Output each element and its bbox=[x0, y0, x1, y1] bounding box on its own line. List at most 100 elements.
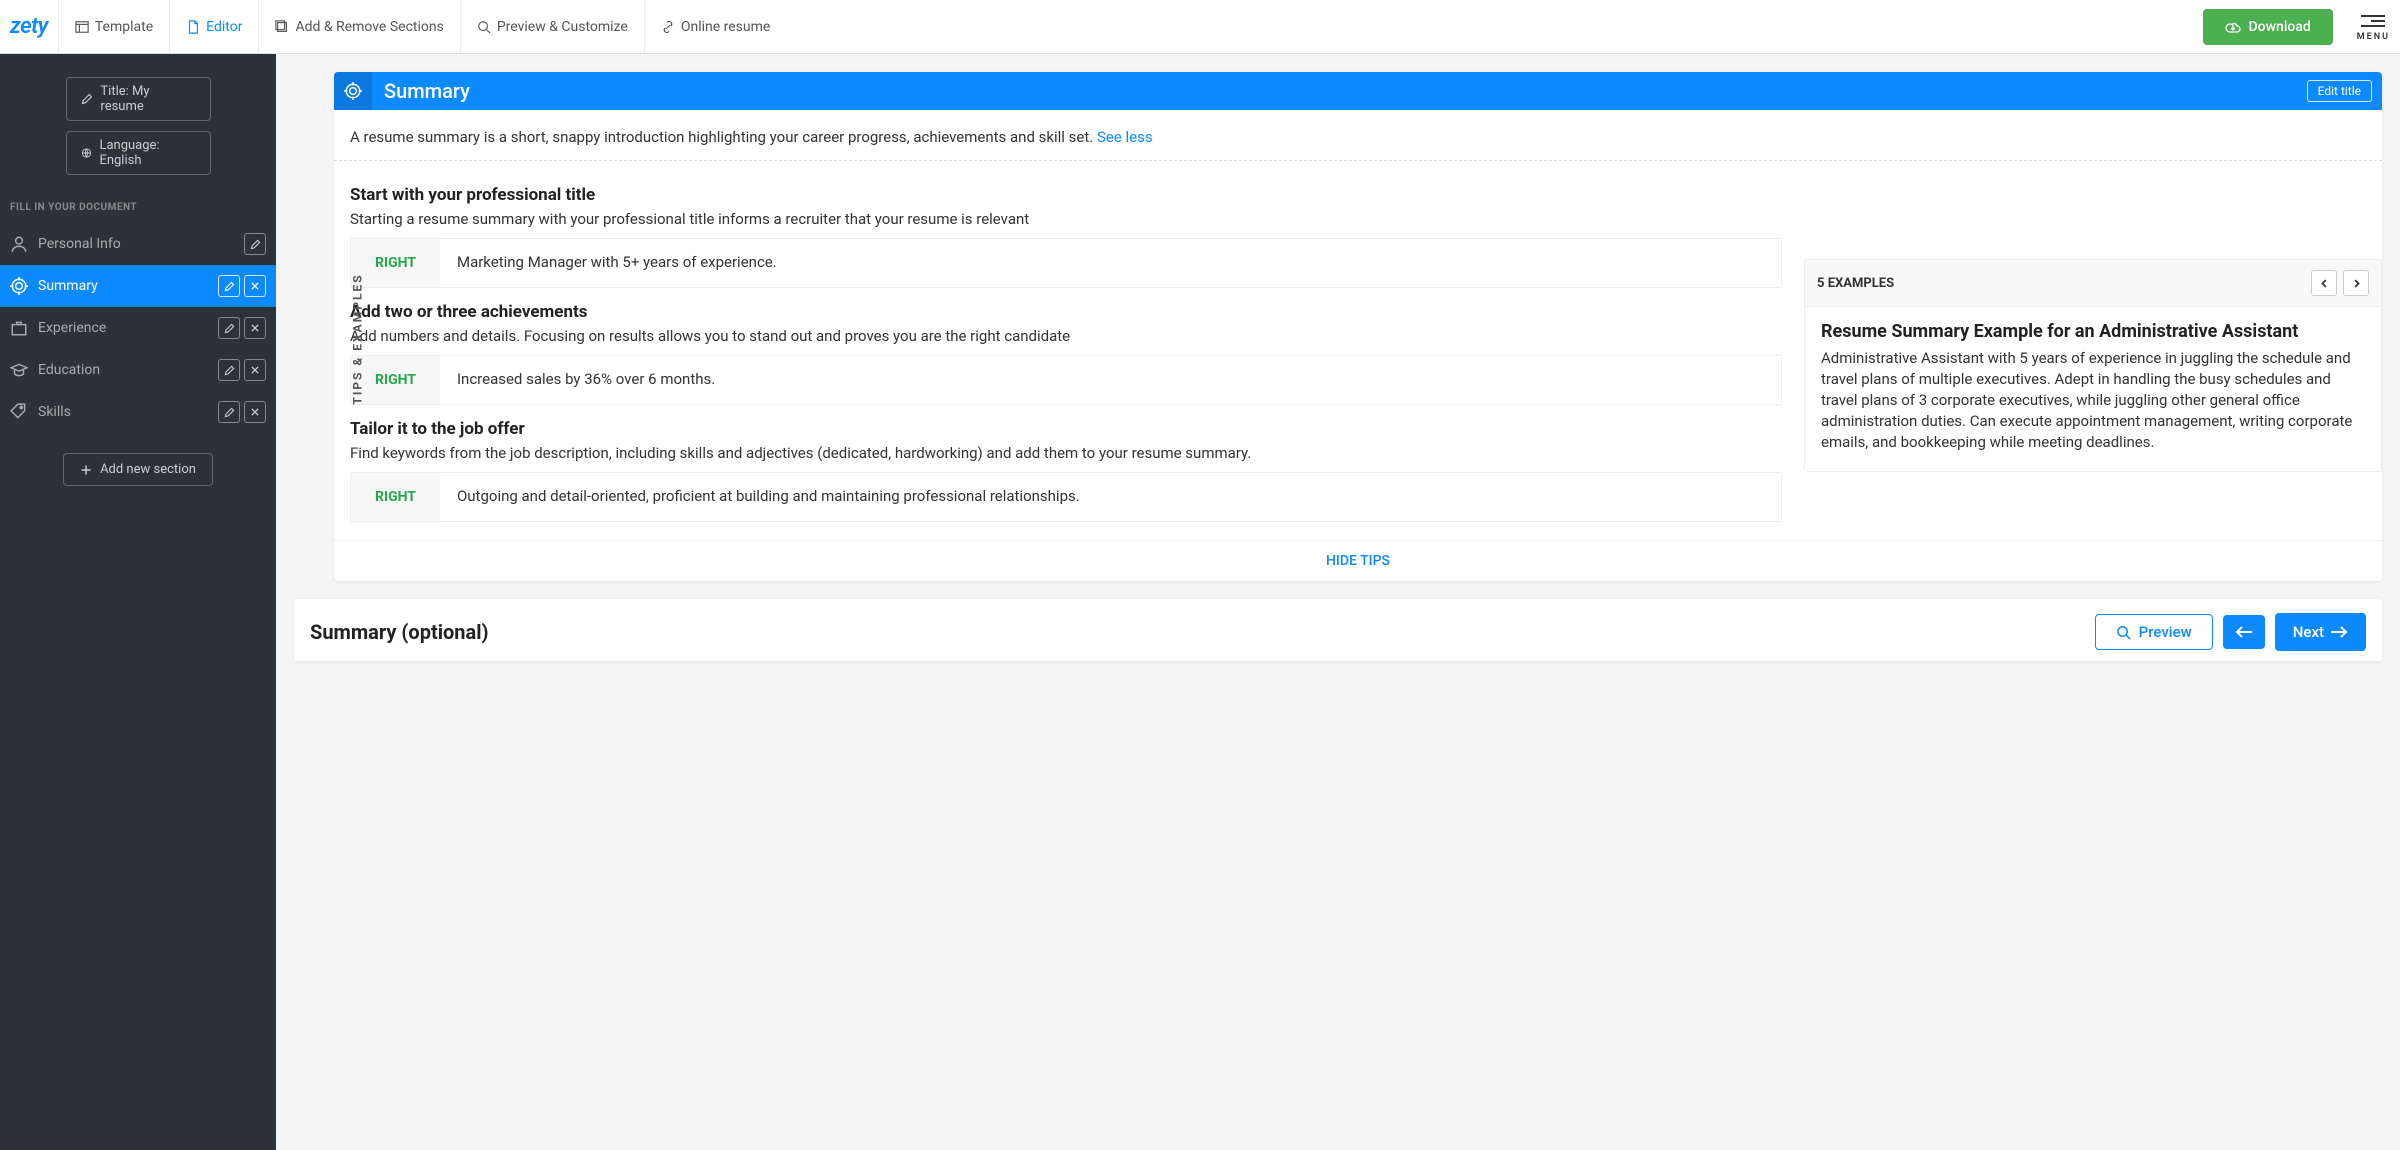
tip-item: Tailor it to the job offer Find keywords… bbox=[350, 419, 1782, 522]
right-text: Marketing Manager with 5+ years of exper… bbox=[440, 239, 1781, 287]
example-card: 5 EXAMPLES Resume Summary Example for an… bbox=[1804, 259, 2382, 472]
tip-item: Add two or three achievements Add number… bbox=[350, 302, 1782, 405]
menu-button[interactable]: MENU bbox=[2357, 12, 2390, 42]
prev-example-button[interactable] bbox=[2311, 270, 2337, 296]
edit-button[interactable] bbox=[244, 233, 266, 255]
example-body: Administrative Assistant with 5 years of… bbox=[1821, 348, 2365, 453]
example-title: Resume Summary Example for an Administra… bbox=[1821, 321, 2365, 342]
title-label: Title: My resume bbox=[100, 84, 195, 114]
delete-button[interactable] bbox=[244, 275, 266, 297]
sidebar-item-label: Experience bbox=[38, 320, 208, 336]
sidebar-header: FILL IN YOUR DOCUMENT bbox=[0, 180, 276, 223]
sidebar-item-summary[interactable]: Summary bbox=[0, 265, 276, 307]
nav-label: Editor bbox=[206, 19, 242, 35]
title-button[interactable]: Title: My resume bbox=[66, 77, 211, 121]
person-icon bbox=[10, 235, 28, 253]
arrow-right-icon bbox=[2330, 625, 2348, 639]
sidebar: Title: My resume Language: English FILL … bbox=[0, 54, 276, 1150]
nav-label: Online resume bbox=[681, 19, 770, 35]
logo: zety bbox=[10, 14, 48, 39]
sidebar-item-label: Skills bbox=[38, 404, 208, 420]
nav-online[interactable]: Online resume bbox=[644, 0, 786, 53]
globe-icon bbox=[81, 147, 92, 159]
right-text: Increased sales by 36% over 6 months. bbox=[440, 356, 1781, 404]
right-text: Outgoing and detail-oriented, proficient… bbox=[440, 473, 1781, 521]
nav-editor[interactable]: Editor bbox=[169, 0, 258, 53]
tip-heading: Add two or three achievements bbox=[350, 302, 1782, 322]
delete-button[interactable] bbox=[244, 401, 266, 423]
template-icon bbox=[75, 20, 89, 34]
preview-label: Preview bbox=[2139, 623, 2192, 641]
preview-button[interactable]: Preview bbox=[2095, 614, 2213, 650]
edit-button[interactable] bbox=[218, 317, 240, 339]
delete-button[interactable] bbox=[244, 359, 266, 381]
see-less-link[interactable]: See less bbox=[1097, 128, 1153, 146]
edit-button[interactable] bbox=[218, 275, 240, 297]
target-icon bbox=[10, 277, 28, 295]
tip-body: Starting a resume summary with your prof… bbox=[350, 209, 1782, 230]
sidebar-item-label: Summary bbox=[38, 278, 208, 294]
intro-text: A resume summary is a short, snappy intr… bbox=[334, 110, 2382, 161]
cloud-download-icon bbox=[2225, 19, 2241, 35]
download-button[interactable]: Download bbox=[2203, 9, 2333, 45]
section-header: Summary Edit title bbox=[334, 72, 2382, 110]
nav-sections[interactable]: Add & Remove Sections bbox=[258, 0, 459, 53]
form-title: Summary (optional) bbox=[310, 620, 2095, 644]
next-example-button[interactable] bbox=[2343, 270, 2369, 296]
menu-label: MENU bbox=[2357, 32, 2390, 42]
nav-label: Add & Remove Sections bbox=[295, 19, 443, 35]
back-button[interactable] bbox=[2223, 615, 2265, 649]
sidebar-item-education[interactable]: Education bbox=[0, 349, 276, 391]
section-title: Summary bbox=[384, 79, 2307, 103]
search-icon bbox=[2116, 625, 2131, 640]
example-header: 5 EXAMPLES bbox=[1805, 260, 2381, 307]
sidebar-item-skills[interactable]: Skills bbox=[0, 391, 276, 433]
link-icon bbox=[661, 20, 675, 34]
plus-icon bbox=[80, 464, 92, 476]
edit-button[interactable] bbox=[218, 359, 240, 381]
intro-body: A resume summary is a short, snappy intr… bbox=[350, 128, 1097, 146]
document-icon bbox=[186, 20, 200, 34]
download-label: Download bbox=[2249, 19, 2311, 35]
tip-item: Start with your professional title Start… bbox=[350, 185, 1782, 288]
nav-label: Template bbox=[95, 19, 153, 35]
delete-button[interactable] bbox=[244, 317, 266, 339]
briefcase-icon bbox=[10, 319, 28, 337]
tip-heading: Start with your professional title bbox=[350, 185, 1782, 205]
search-icon bbox=[477, 20, 491, 34]
sections-icon bbox=[275, 20, 289, 34]
add-section-button[interactable]: Add new section bbox=[63, 453, 213, 486]
hide-tips-button[interactable]: HIDE TIPS bbox=[334, 540, 2382, 581]
sidebar-item-personal-info[interactable]: Personal Info bbox=[0, 223, 276, 265]
tip-body: Find keywords from the job description, … bbox=[350, 443, 1782, 464]
language-button[interactable]: Language: English bbox=[66, 131, 211, 175]
sidebar-item-label: Personal Info bbox=[38, 236, 234, 252]
sidebar-item-label: Education bbox=[38, 362, 208, 378]
right-label: RIGHT bbox=[351, 473, 440, 521]
tip-heading: Tailor it to the job offer bbox=[350, 419, 1782, 439]
nav-label: Preview & Customize bbox=[497, 19, 628, 35]
edit-button[interactable] bbox=[218, 401, 240, 423]
tag-icon bbox=[10, 403, 28, 421]
next-button[interactable]: Next bbox=[2275, 613, 2366, 651]
examples-column: 5 EXAMPLES Resume Summary Example for an… bbox=[1804, 161, 2382, 540]
nav-preview[interactable]: Preview & Customize bbox=[460, 0, 644, 53]
arrow-left-icon bbox=[2235, 625, 2253, 639]
tips-column: Start with your professional title Start… bbox=[334, 161, 1804, 540]
nav-template[interactable]: Template bbox=[58, 0, 169, 53]
summary-form-card: Summary (optional) Preview Next bbox=[294, 599, 2382, 661]
top-nav: zety Template Editor Add & Remove Sectio… bbox=[0, 0, 2400, 54]
target-icon bbox=[334, 72, 372, 110]
tip-example-box: RIGHT Marketing Manager with 5+ years of… bbox=[350, 238, 1782, 288]
tip-body: Add numbers and details. Focusing on res… bbox=[350, 326, 1782, 347]
tip-example-box: RIGHT Outgoing and detail-oriented, prof… bbox=[350, 472, 1782, 522]
vertical-label: TIPS & EXAMPLES bbox=[351, 273, 365, 404]
sidebar-item-experience[interactable]: Experience bbox=[0, 307, 276, 349]
tip-example-box: RIGHT Increased sales by 36% over 6 mont… bbox=[350, 355, 1782, 405]
pencil-icon bbox=[81, 93, 93, 105]
next-label: Next bbox=[2293, 623, 2324, 641]
add-section-label: Add new section bbox=[100, 462, 196, 477]
language-label: Language: English bbox=[99, 138, 195, 168]
tips-card: TIPS & EXAMPLES Summary Edit title A res… bbox=[334, 72, 2382, 581]
edit-title-button[interactable]: Edit title bbox=[2307, 80, 2372, 102]
